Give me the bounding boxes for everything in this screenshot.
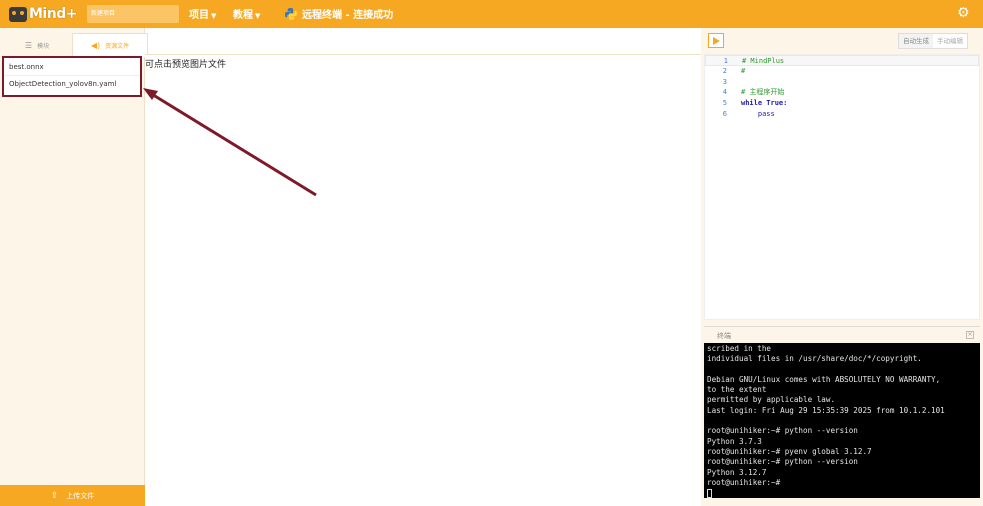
resource-file-list: best.onnx ObjectDetection_yolov8n.yaml	[2, 56, 142, 97]
line-number: 3	[722, 77, 727, 86]
menu-tutorial-label: 教程	[233, 10, 253, 21]
mode-manual-button[interactable]: 手动编辑	[933, 34, 967, 48]
code-line: 6 pass	[705, 109, 979, 120]
connection-status-label: 远程终端 - 连接成功	[302, 10, 394, 21]
terminal-line: root@unihiker:~# pyenv global 3.12.7	[707, 446, 872, 456]
menu-project[interactable]: 项目 ▼	[189, 6, 216, 21]
menu-project-label: 项目	[189, 10, 209, 21]
mode-auto-button[interactable]: 自动生成	[899, 34, 933, 48]
code-line: 5 while True:	[705, 98, 979, 109]
code-line: 4 # 主程序开始	[705, 87, 979, 98]
code-line: 3	[705, 77, 979, 88]
left-panel: ☰ 模块 ◀) 资源文件 best.onnx ObjectDetection_y…	[0, 28, 148, 506]
mindplus-logo[interactable]: Mind+	[9, 4, 77, 24]
code-line: 1 # MindPlus	[705, 55, 979, 66]
code-text: pass	[741, 109, 775, 118]
terminal-line: Python 3.12.7	[707, 467, 767, 477]
run-button[interactable]	[708, 33, 724, 48]
file-item[interactable]: ObjectDetection_yolov8n.yaml	[4, 76, 140, 93]
code-text: #	[741, 66, 746, 75]
terminal-line: scribed in the	[707, 344, 772, 353]
speaker-icon: ◀)	[90, 41, 101, 50]
left-tabs: ☰ 模块 ◀) 资源文件	[0, 33, 148, 57]
close-icon[interactable]: ×	[966, 331, 974, 339]
line-number: 5	[722, 99, 727, 108]
preview-hint: 可点击预览图片文件	[145, 60, 227, 70]
project-name-field[interactable]: 新建项目	[87, 5, 179, 23]
robot-logo-icon	[9, 6, 27, 22]
terminal-output[interactable]: scribed in the individual files in /usr/…	[704, 343, 980, 498]
terminal-line: permitted by applicable law.	[707, 395, 836, 405]
terminal-header: 终端 ×	[704, 326, 980, 343]
line-number: 6	[722, 109, 727, 118]
terminal-cursor	[707, 488, 712, 498]
terminal-line: root@unihiker:~# python --version	[707, 426, 858, 436]
terminal-line: root@unihiker:~#	[707, 477, 781, 487]
code-editor[interactable]: 1 # MindPlus 2 # 3 4 # 主程序开始 5 while True: 6…	[704, 54, 980, 320]
connection-status[interactable]: 远程终端 - 连接成功	[284, 6, 393, 21]
line-number: 2	[722, 66, 727, 75]
python-icon	[285, 7, 297, 20]
file-item[interactable]: best.onnx	[4, 59, 140, 76]
upload-file-label: 上传文件	[66, 491, 95, 500]
code-text: # 主程序开始	[741, 88, 785, 97]
gear-icon[interactable]: ⚙	[957, 6, 971, 20]
terminal-title: 终端	[717, 332, 731, 340]
menu-tutorial[interactable]: 教程 ▼	[233, 6, 260, 21]
code-text: while True:	[741, 99, 788, 108]
terminal-line: Last login: Fri Aug 29 15:35:39 2025 fro…	[707, 405, 945, 415]
terminal-line: root@unihiker:~# python --version	[707, 457, 858, 467]
tab-resources-label: 资源文件	[105, 43, 130, 50]
mode-toggle: 自动生成 手动编辑	[898, 33, 968, 49]
chevron-down-icon: ▼	[255, 12, 261, 20]
upload-icon: ⇪	[50, 490, 59, 501]
tab-modules[interactable]: ☰ 模块	[4, 33, 70, 57]
chevron-down-icon: ▼	[211, 12, 217, 20]
terminal-line	[707, 488, 977, 498]
top-bar: Mind+ 新建项目 项目 ▼ 教程 ▼ 远程终端 - 连接成功 ⚙	[0, 0, 983, 28]
code-line: 2 #	[705, 66, 979, 77]
tab-resources[interactable]: ◀) 资源文件	[72, 33, 148, 57]
line-number: 4	[722, 88, 727, 97]
tab-modules-label: 模块	[37, 42, 50, 50]
upload-file-button[interactable]: ⇪ 上传文件	[0, 485, 145, 506]
terminal-line: to the extent	[707, 385, 767, 395]
terminal-line: individual files in /usr/share/doc/*/cop…	[707, 354, 922, 364]
right-panel: 自动生成 手动编辑 1 # MindPlus 2 # 3 4 # 主程序开始 5 whi…	[701, 28, 983, 506]
terminal-line: Python 3.7.3	[707, 436, 762, 446]
modules-icon: ☰	[24, 40, 33, 50]
terminal-line: Debian GNU/Linux comes with ABSOLUTELY N…	[707, 374, 941, 384]
logo-text: Mind+	[29, 6, 77, 22]
file-preview-area: 可点击预览图片文件	[145, 54, 701, 506]
